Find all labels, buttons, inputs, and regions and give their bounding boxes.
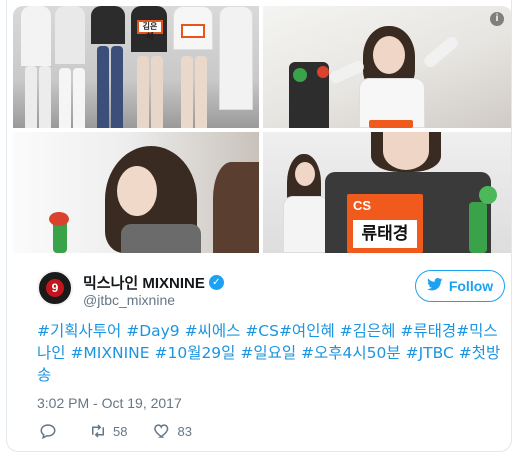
figure-leg <box>181 56 193 128</box>
figure-leg <box>97 46 109 128</box>
prop <box>479 186 497 204</box>
like-button[interactable]: 83 <box>153 422 192 440</box>
face <box>373 36 405 74</box>
figure-leg <box>59 68 71 128</box>
user-handle[interactable]: @jtbc_mixnine <box>83 292 175 308</box>
face <box>295 162 315 186</box>
like-count: 83 <box>177 423 192 439</box>
torso <box>283 196 329 253</box>
face <box>117 166 157 216</box>
bib-name: 류태경 <box>353 220 417 248</box>
photo-3[interactable] <box>13 132 259 253</box>
photo-2[interactable] <box>263 6 511 128</box>
verified-badge-icon: ✓ <box>208 275 224 290</box>
tweet-text[interactable]: #기획사투어 #Day9 #씨에스 #CS#여인혜 #김은혜 #류태경#믹스나인… <box>37 320 507 386</box>
tweet-header: 9 믹스나인 MIXNINE ✓ @jtbc_mixnine Follow <box>37 264 505 314</box>
bib: CS 류태경 <box>347 194 423 253</box>
figure-leg <box>39 66 51 128</box>
face <box>383 132 429 170</box>
figure-leg <box>73 68 85 128</box>
tweet-timestamp[interactable]: 3:02 PM - Oct 19, 2017 <box>37 395 182 411</box>
arm <box>421 34 461 70</box>
figure <box>91 6 125 44</box>
twitter-bird-icon <box>426 278 443 294</box>
figure-leg <box>137 56 149 128</box>
retweet-button[interactable]: 58 <box>89 422 127 440</box>
name-tag <box>181 24 205 38</box>
toy-figure <box>317 66 329 78</box>
name-tag: 김은혜 <box>137 20 163 41</box>
action-bar: 58 83 <box>39 422 218 440</box>
figure <box>219 6 253 110</box>
bib-team: CS <box>352 198 372 213</box>
reply-button[interactable] <box>39 422 63 440</box>
hair <box>213 162 259 253</box>
reply-icon <box>40 424 56 440</box>
bib <box>369 120 413 128</box>
display-name[interactable]: 믹스나인 MIXNINE <box>83 272 205 293</box>
figure-leg <box>195 56 207 128</box>
info-icon[interactable]: i <box>490 12 504 26</box>
retweet-count: 58 <box>113 423 128 439</box>
avatar[interactable]: 9 <box>37 270 73 306</box>
figure-leg <box>111 46 123 128</box>
name-row: 믹스나인 MIXNINE ✓ <box>83 272 224 293</box>
photo-4[interactable]: CS 류태경 <box>263 132 511 253</box>
prop <box>469 202 487 253</box>
follow-button[interactable]: Follow <box>415 270 505 302</box>
tweet-card: 김은혜 CS 류태경 i 9 믹스나인 MIXNINE ✓ @jtbc_mixn… <box>6 0 512 452</box>
figure-leg <box>25 66 37 128</box>
figure <box>55 6 85 64</box>
toy-figure <box>293 68 307 82</box>
media-grid[interactable]: 김은혜 CS 류태경 i <box>13 6 511 253</box>
photo-1[interactable]: 김은혜 <box>13 6 259 128</box>
retweet-icon <box>92 424 104 438</box>
avatar-logo: 9 <box>46 279 64 297</box>
heart-icon <box>154 424 169 438</box>
figure-leg <box>151 56 163 128</box>
figure <box>21 6 51 66</box>
prop <box>49 212 69 226</box>
torso <box>121 224 201 253</box>
follow-label: Follow <box>448 278 494 294</box>
